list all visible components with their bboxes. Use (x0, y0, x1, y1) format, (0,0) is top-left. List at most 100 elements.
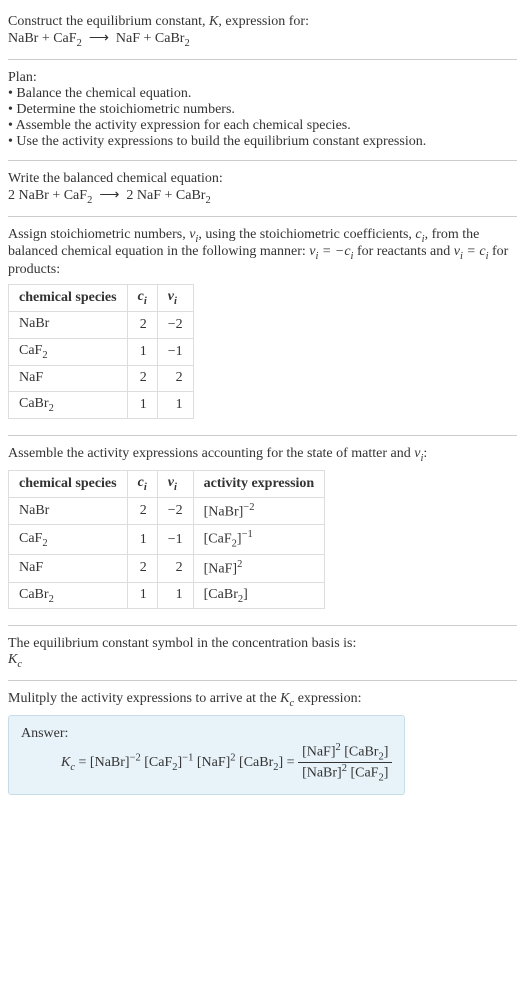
intro-line1: Construct the equilibrium constant, K, e… (8, 14, 517, 30)
species: CaBr (19, 587, 49, 602)
term: ] (384, 745, 389, 760)
col-species: chemical species (9, 470, 128, 497)
k-symbol: K (209, 14, 218, 29)
superscript: −2 (130, 752, 141, 763)
col-c: ci (127, 285, 157, 312)
intro-section: Construct the equilibrium constant, K, e… (8, 8, 517, 55)
k-symbol: K (280, 691, 289, 706)
sub-c: c (17, 659, 22, 670)
act: ] (243, 587, 248, 602)
denominator: [NaBr]2 [CaF2] (298, 763, 392, 783)
text: expression: (294, 691, 361, 706)
k-symbol: K (8, 652, 17, 667)
act: [NaBr] (204, 504, 244, 519)
eq-rhs: 2 NaF + CaBr (126, 188, 205, 203)
species-cell: CaF2 (9, 525, 128, 554)
col-nu: νi (157, 470, 193, 497)
balanced-heading: Write the balanced chemical equation: (8, 171, 517, 187)
activity-cell: [CaF2]−1 (193, 525, 325, 554)
activity-cell: [CaBr2] (193, 582, 325, 609)
species-cell: NaBr (9, 497, 128, 525)
plan-heading: Plan: (8, 70, 517, 86)
multiply-section: Mulitply the activity expressions to arr… (8, 685, 517, 807)
sub-i: i (174, 482, 177, 493)
term: [NaF] (193, 755, 230, 770)
kc-intro-section: The equilibrium constant symbol in the c… (8, 630, 517, 676)
c-cell: 1 (127, 525, 157, 554)
superscript: −1 (242, 529, 253, 540)
col-activity: activity expression (193, 470, 325, 497)
divider (8, 59, 517, 60)
activity-cell: [NaBr]−2 (193, 497, 325, 525)
superscript: 2 (237, 559, 242, 570)
eq-rhs: NaF + CaBr (116, 31, 185, 46)
col-nu: νi (157, 285, 193, 312)
balanced-section: Write the balanced chemical equation: 2 … (8, 165, 517, 212)
nu-cell: 1 (157, 582, 193, 609)
answer-label: Answer: (21, 726, 392, 742)
subscript: 2 (184, 38, 189, 49)
nu-cell: −1 (157, 525, 193, 554)
table-row: CaF2 1 −1 (9, 338, 194, 365)
act: [CaBr (204, 587, 238, 602)
numerator: [NaF]2 [CaBr2] (298, 742, 392, 763)
nu-cell: 2 (157, 554, 193, 582)
fraction: [NaF]2 [CaBr2] [NaBr]2 [CaF2] (298, 742, 392, 784)
intro-text-2: , expression for: (218, 14, 309, 29)
nu-cell: −2 (157, 497, 193, 525)
divider (8, 680, 517, 681)
sub-i: i (174, 296, 177, 307)
text: Mulitply the activity expressions to arr… (8, 691, 280, 706)
act: [NaF] (204, 562, 237, 577)
species: NaF (19, 560, 43, 575)
text: Assign stoichiometric numbers, (8, 227, 189, 242)
c-cell: 2 (127, 554, 157, 582)
text: for reactants and (353, 244, 453, 259)
col-species: chemical species (9, 285, 128, 312)
k-symbol: K (61, 755, 70, 770)
species-cell: CaBr2 (9, 392, 128, 419)
nu-cell: −2 (157, 311, 193, 338)
eq-lhs: NaBr + CaF (8, 31, 77, 46)
col-c: ci (127, 470, 157, 497)
activity-cell: [NaF]2 (193, 554, 325, 582)
sub-i: i (144, 482, 147, 493)
species-cell: NaBr (9, 311, 128, 338)
term: [CaF (347, 766, 379, 781)
subscript: 2 (49, 593, 54, 604)
subscript: 2 (87, 195, 92, 206)
term: [NaBr] (90, 755, 130, 770)
species: NaBr (19, 503, 49, 518)
species: NaF (19, 370, 43, 385)
divider (8, 216, 517, 217)
term: [NaF] (302, 745, 335, 760)
plan-bullet: • Assemble the activity expression for e… (8, 118, 517, 134)
species-cell: NaF (9, 554, 128, 582)
c-cell: 1 (127, 392, 157, 419)
subscript: 2 (42, 538, 47, 549)
term: ] (384, 766, 389, 781)
eq-lhs: 2 NaBr + CaF (8, 188, 87, 203)
eq-text: = −c (318, 244, 350, 259)
table-header-row: chemical species ci νi activity expressi… (9, 470, 325, 497)
nu-cell: 1 (157, 392, 193, 419)
species: CaF (19, 531, 42, 546)
nu-cell: 2 (157, 365, 193, 392)
arrow-icon: ⟶ (89, 31, 109, 46)
term: [CaF (141, 755, 173, 770)
activity-intro: Assemble the activity expressions accoun… (8, 446, 517, 464)
stoich-table: chemical species ci νi NaBr 2 −2 CaF2 1 … (8, 284, 194, 419)
subscript: 2 (42, 350, 47, 361)
stoich-section: Assign stoichiometric numbers, νi, using… (8, 221, 517, 432)
plan-bullet: • Determine the stoichiometric numbers. (8, 102, 517, 118)
species-cell: NaF (9, 365, 128, 392)
nu-cell: −1 (157, 338, 193, 365)
table-row: CaBr2 1 1 [CaBr2] (9, 582, 325, 609)
sub-i: i (144, 296, 147, 307)
divider (8, 160, 517, 161)
table-row: CaF2 1 −1 [CaF2]−1 (9, 525, 325, 554)
balanced-equation: 2 NaBr + CaF2 ⟶ 2 NaF + CaBr2 (8, 187, 517, 206)
superscript: −1 (182, 752, 193, 763)
c-cell: 2 (127, 311, 157, 338)
activity-section: Assemble the activity expressions accoun… (8, 440, 517, 621)
